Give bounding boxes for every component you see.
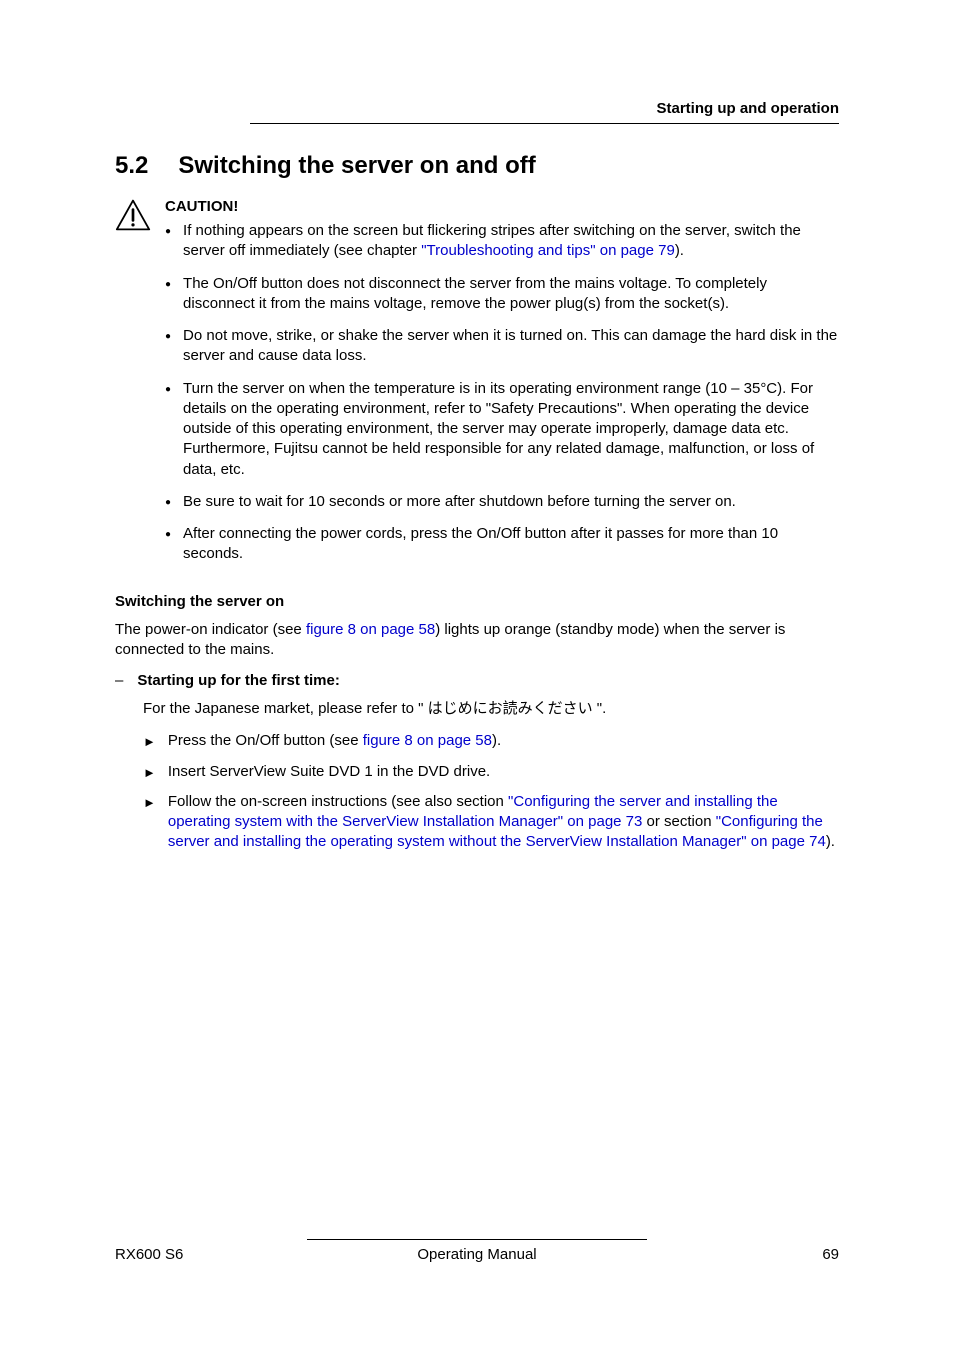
- step-text: Follow the on-screen instructions (see a…: [168, 792, 839, 853]
- section-heading: 5.2 Switching the server on and off: [115, 152, 839, 180]
- text-fragment: ).: [492, 732, 501, 749]
- arrow-icon: ►: [143, 731, 156, 751]
- link-troubleshooting[interactable]: "Troubleshooting and tips" on page 79: [421, 242, 675, 259]
- link-figure-8[interactable]: figure 8 on page 58: [306, 621, 435, 638]
- running-header: Starting up and operation: [250, 100, 839, 124]
- bullet-icon: ●: [165, 379, 171, 480]
- caution-item: ● Turn the server on when the temperatur…: [165, 379, 839, 480]
- caution-text: The On/Off button does not disconnect th…: [183, 274, 839, 315]
- footer-page-number: 69: [822, 1246, 839, 1263]
- text-fragment: Press the On/Off button (see: [168, 732, 363, 749]
- caution-icon: [115, 198, 151, 577]
- bullet-icon: ●: [165, 221, 171, 262]
- caution-content: CAUTION! ● If nothing appears on the scr…: [165, 198, 839, 577]
- caution-item: ● After connecting the power cords, pres…: [165, 524, 839, 565]
- running-header-wrap: Starting up and operation: [115, 100, 839, 124]
- step-text: Press the On/Off button (see figure 8 on…: [168, 731, 501, 751]
- caution-text: Turn the server on when the temperature …: [183, 379, 839, 480]
- page-footer: RX600 S6 Operating Manual 69: [115, 1239, 839, 1263]
- caution-item: ● Do not move, strike, or shake the serv…: [165, 326, 839, 367]
- text-fragment: or section: [642, 813, 715, 830]
- steps-list: ► Press the On/Off button (see figure 8 …: [143, 731, 839, 852]
- section-title: Switching the server on and off: [178, 152, 535, 180]
- bullet-icon: ●: [165, 492, 171, 512]
- section-number: 5.2: [115, 152, 148, 180]
- caution-label: CAUTION!: [165, 198, 839, 215]
- bullet-icon: ●: [165, 524, 171, 565]
- page-container: Starting up and operation 5.2 Switching …: [0, 0, 954, 1351]
- caution-item: ● The On/Off button does not disconnect …: [165, 274, 839, 315]
- text-fragment: ).: [826, 833, 835, 850]
- caution-item: ● If nothing appears on the screen but f…: [165, 221, 839, 262]
- bullet-icon: ●: [165, 326, 171, 367]
- text-fragment: Follow the on-screen instructions (see a…: [168, 793, 508, 810]
- first-time-item: – Starting up for the first time:: [115, 672, 839, 689]
- step-text: Insert ServerView Suite DVD 1 in the DVD…: [168, 762, 490, 782]
- power-on-paragraph: The power-on indicator (see figure 8 on …: [115, 620, 839, 661]
- dash-icon: –: [115, 672, 123, 689]
- jp-note: For the Japanese market, please refer to…: [143, 699, 839, 719]
- arrow-icon: ►: [143, 762, 156, 782]
- text-fragment: The power-on indicator (see: [115, 621, 306, 638]
- caution-text: Do not move, strike, or shake the server…: [183, 326, 839, 367]
- footer-row: RX600 S6 Operating Manual 69: [115, 1246, 839, 1263]
- footer-divider: [307, 1239, 647, 1240]
- first-time-label: Starting up for the first time:: [137, 672, 340, 689]
- text-fragment: ).: [675, 242, 684, 259]
- step-item: ► Follow the on-screen instructions (see…: [143, 792, 839, 853]
- switching-on-heading: Switching the server on: [115, 593, 839, 610]
- footer-center: Operating Manual: [417, 1246, 536, 1263]
- caution-block: CAUTION! ● If nothing appears on the scr…: [115, 198, 839, 577]
- arrow-icon: ►: [143, 792, 156, 853]
- link-figure-8-b[interactable]: figure 8 on page 58: [363, 732, 492, 749]
- caution-item: ● Be sure to wait for 10 seconds or more…: [165, 492, 839, 512]
- caution-list: ● If nothing appears on the screen but f…: [165, 221, 839, 565]
- bullet-icon: ●: [165, 274, 171, 315]
- caution-text: If nothing appears on the screen but fli…: [183, 221, 839, 262]
- caution-text: Be sure to wait for 10 seconds or more a…: [183, 492, 736, 512]
- step-item: ► Insert ServerView Suite DVD 1 in the D…: [143, 762, 839, 782]
- step-item: ► Press the On/Off button (see figure 8 …: [143, 731, 839, 751]
- footer-left: RX600 S6: [115, 1246, 183, 1263]
- caution-text: After connecting the power cords, press …: [183, 524, 839, 565]
